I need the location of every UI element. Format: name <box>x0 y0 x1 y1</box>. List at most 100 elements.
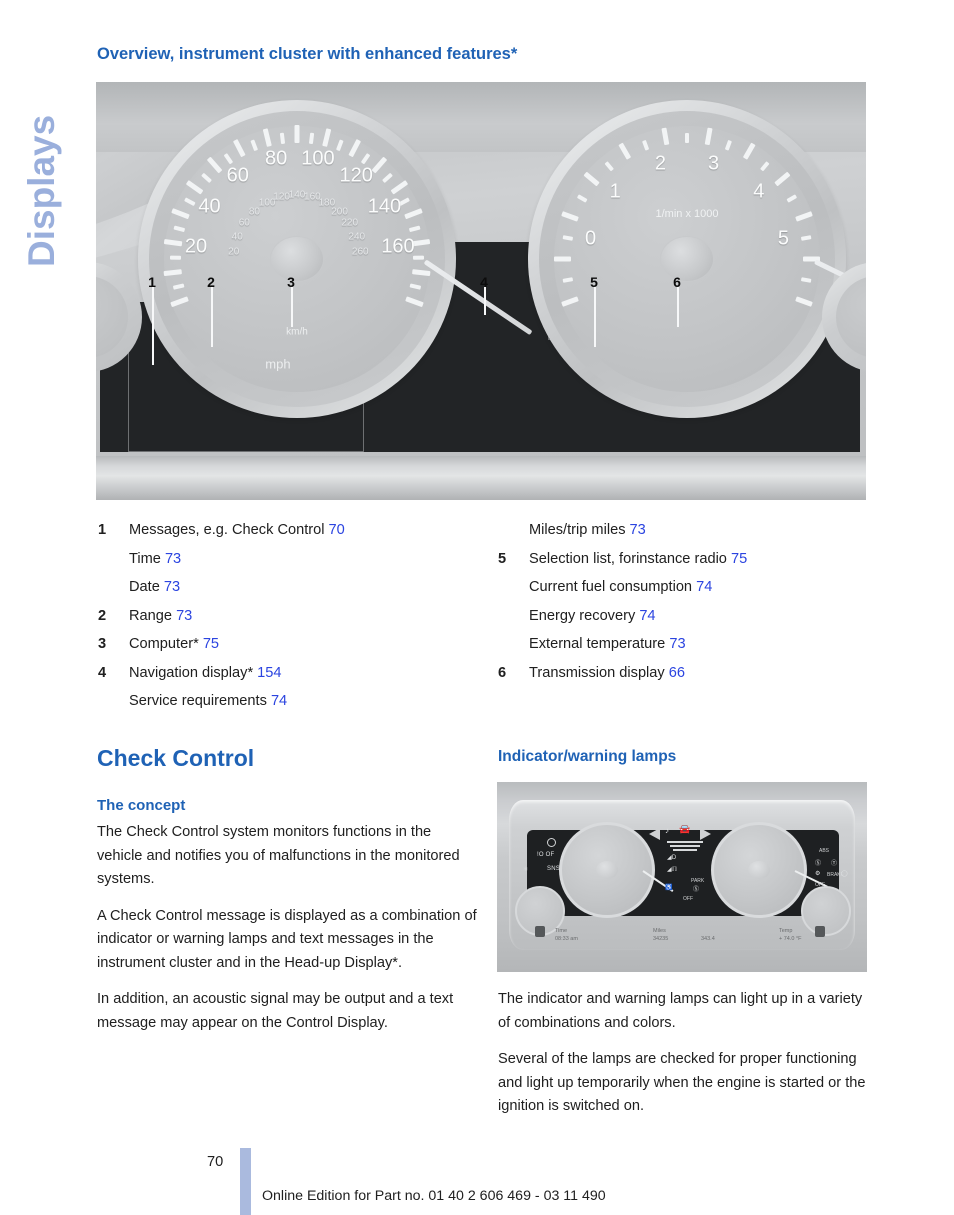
legend-item-page-ref[interactable]: 73 <box>665 636 685 652</box>
small-tachometer-hub <box>748 861 770 879</box>
speedometer-mph-label: 40 <box>198 195 221 218</box>
tachometer-label: 2 <box>654 152 667 175</box>
gauge-major-tick <box>294 125 300 143</box>
callout-number-2: 2 <box>207 274 215 290</box>
legend-item-label: Time <box>129 550 161 567</box>
horn-icon: ♪ <box>665 826 670 835</box>
legend-item-index: 2 <box>98 607 107 624</box>
speedometer-mph-label: 60 <box>226 164 249 187</box>
low-beam-icon: ◢D <box>667 855 677 861</box>
turn-signal-left-icon <box>649 828 660 840</box>
legend-item: 1 Messages, e.g. Check Control 70 <box>98 516 498 545</box>
footer-accent-bar <box>240 1148 251 1215</box>
section-title-check-control: Check Control <box>97 745 255 771</box>
abs-label: ABS <box>819 848 830 854</box>
legend-item: Energy recovery 74 <box>498 602 898 631</box>
callout-number-5: 5 <box>590 274 598 290</box>
indicator-warning-lamps-figure: !O OF ⚛ SNS ♪ 🚘 ◢D ◢ℿ PARK ♿ Ⓢ OFF ABS Ⓢ… <box>497 782 867 972</box>
speedometer-mph-label: 100 <box>301 147 335 170</box>
speedometer-hub <box>270 236 324 282</box>
lamp-row-left-3: SNS <box>547 866 560 872</box>
speedometer-mph-label: 80 <box>264 147 288 170</box>
tachometer-label: 5 <box>777 227 789 249</box>
tachometer-unit-label: 1/min x 1000 <box>655 208 719 221</box>
legend-item-label: Energy recovery <box>529 607 636 624</box>
subsection-title-the-concept: The concept <box>97 797 186 814</box>
speedometer-kmh-label: 200 <box>331 206 348 218</box>
legend-item: Current fuel consumption 74 <box>498 573 898 602</box>
tachometer-label: 1 <box>609 180 621 203</box>
tachometer-label: 4 <box>753 180 765 203</box>
temp-readout-value: + 74.0 °F <box>779 936 802 942</box>
speedometer-unit-mph: mph <box>265 356 291 372</box>
seatbelt-icon: ♿ <box>665 885 673 891</box>
fuel-cap-icon: ◯ <box>841 871 848 877</box>
legend-item-index: 5 <box>498 550 507 567</box>
speedometer-kmh-label: 60 <box>238 217 250 229</box>
speedometer-mph-label: 20 <box>184 235 208 258</box>
speedometer-mph-label: 160 <box>381 235 415 258</box>
speedometer-mph-label: 120 <box>339 164 373 187</box>
legend-item-label: Computer* <box>129 636 199 652</box>
legend-item: 2 Range 73 <box>98 602 498 631</box>
callout-leader-3 <box>291 287 293 327</box>
speedometer-kmh-label: 20 <box>228 246 240 258</box>
legend-item-page-ref[interactable]: 75 <box>727 551 747 567</box>
coolant-temp-icon <box>815 926 825 937</box>
trip-miles-readout-value: 343.4 <box>701 936 715 942</box>
legend-item-label: Transmission display <box>529 664 665 681</box>
callout-number-1: 1 <box>148 274 156 290</box>
fuel-gauge-face <box>96 276 128 358</box>
legend-item-page-ref[interactable]: 73 <box>160 579 180 595</box>
legend-item-page-ref[interactable]: 70 <box>324 522 345 538</box>
tachometer-label: 0 <box>585 227 597 249</box>
fuel-pump-icon <box>535 926 545 937</box>
callout-leader-4 <box>484 287 486 315</box>
speedometer-kmh-label: 40 <box>231 231 243 243</box>
legend-item-page-ref[interactable]: 74 <box>692 579 712 595</box>
legend-item: Date 73 <box>98 573 498 602</box>
speedometer-mph-label: 140 <box>367 195 402 218</box>
legend-item: 3 Computer* 75 <box>98 630 498 659</box>
vehicle-front-icon: 🚘 <box>679 824 691 834</box>
indicator-lamps-body: The indicator and warning lamps can ligh… <box>498 988 876 1132</box>
gauge-minor-tick <box>169 255 182 260</box>
speedometer-gauge: 20 40 60 80 100 120 140 160 20 40 60 80 100 120 140 16… <box>138 100 533 418</box>
speedometer-kmh-label: 240 <box>348 231 366 243</box>
check-control-body: The Check Control system monitors functi… <box>97 821 479 1048</box>
time-readout-label: Time <box>555 928 568 934</box>
legend-item-index: 6 <box>498 664 507 681</box>
callout-number-6: 6 <box>673 274 681 290</box>
legend-item-label: External temperature <box>529 636 666 652</box>
gauge-minor-tick <box>685 133 689 143</box>
legend-list-right: Miles/trip miles 73 5 Selection list, fori… <box>498 516 898 687</box>
instrument-cluster-figure: 20 40 60 80 100 120 140 160 20 40 60 80 100 120 140 16… <box>96 82 866 500</box>
miles-readout-label: Miles <box>653 928 666 934</box>
legend-item-page-ref[interactable]: 74 <box>635 608 655 624</box>
callout-leader-5 <box>594 287 596 347</box>
legend-item-page-ref[interactable]: 73 <box>172 608 192 624</box>
legend-item-page-ref[interactable]: 154 <box>253 665 281 681</box>
page-number: 70 <box>207 1154 224 1170</box>
legend-item-label: Selection list, forinstance radio <box>529 550 727 567</box>
legend-item: External temperature 73 <box>498 630 898 659</box>
legend-item: 4 Navigation display* 154 <box>98 659 498 688</box>
legend-item-page-ref[interactable]: 75 <box>199 636 219 652</box>
legend-item-page-ref[interactable]: 66 <box>665 665 685 681</box>
body-paragraph: A Check Control message is displayed as … <box>97 907 477 971</box>
speedometer-kmh-label: 220 <box>341 217 359 229</box>
callout-leader-1 <box>152 287 154 365</box>
body-paragraph: Several of the lamps are checked for pro… <box>498 1051 866 1114</box>
legend-item: Service requirements 74 <box>98 687 498 716</box>
dsc-icon: Ⓣ <box>831 861 838 867</box>
legend-item-page-ref[interactable]: 73 <box>626 522 646 538</box>
speedometer-kmh-label: 140 <box>288 189 306 201</box>
tachometer-hub <box>660 236 714 282</box>
cluster-bottom-trim <box>96 456 866 500</box>
temperature-gauge-face <box>836 276 866 358</box>
legend-item-label: Date <box>129 579 160 595</box>
legend-item-page-ref[interactable]: 74 <box>267 693 287 709</box>
legend-item-page-ref[interactable]: 73 <box>161 551 181 567</box>
lane-departure-warning-icon <box>661 838 709 852</box>
legend-item: Time 73 <box>98 545 498 574</box>
